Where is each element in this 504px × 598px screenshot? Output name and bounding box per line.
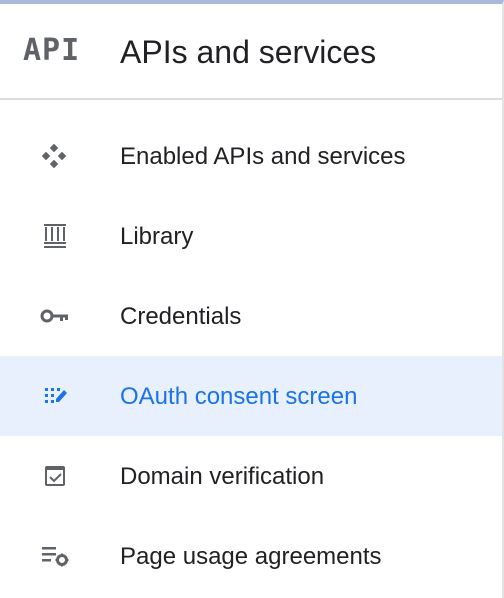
oauth-consent-icon	[40, 384, 70, 408]
sidebar-title: APIs and services	[120, 34, 377, 70]
sidebar-item-label: Enabled APIs and services	[120, 143, 406, 170]
sidebar-header: API APIs and services	[0, 4, 502, 100]
library-icon	[40, 224, 70, 248]
sidebar-item-label: Library	[120, 223, 194, 250]
sidebar-item-oauth-consent[interactable]: OAuth consent screen	[0, 356, 502, 436]
sidebar-item-label: Page usage agreements	[120, 543, 382, 570]
sidebar-item-label: OAuth consent screen	[120, 383, 358, 410]
sidebar-item-page-usage-agreements[interactable]: Page usage agreements	[0, 516, 502, 596]
key-icon	[40, 304, 70, 328]
sidebar-item-enabled-apis[interactable]: Enabled APIs and services	[0, 116, 502, 196]
api-logo-icon: API	[23, 33, 81, 68]
sidebar-item-credentials[interactable]: Credentials	[0, 276, 502, 356]
page-usage-settings-icon	[40, 544, 70, 568]
sidebar-nav: Enabled APIs and services Library Creden…	[0, 116, 502, 596]
sidebar-item-label: Credentials	[120, 303, 242, 330]
enabled-apis-icon	[40, 144, 70, 168]
sidebar-item-domain-verification[interactable]: Domain verification	[0, 436, 502, 516]
sidebar-item-label: Domain verification	[120, 463, 325, 490]
api-services-sidebar: API APIs and services Enabled APIs and s…	[0, 0, 504, 598]
domain-verification-icon	[40, 464, 70, 488]
sidebar-item-library[interactable]: Library	[0, 196, 502, 276]
